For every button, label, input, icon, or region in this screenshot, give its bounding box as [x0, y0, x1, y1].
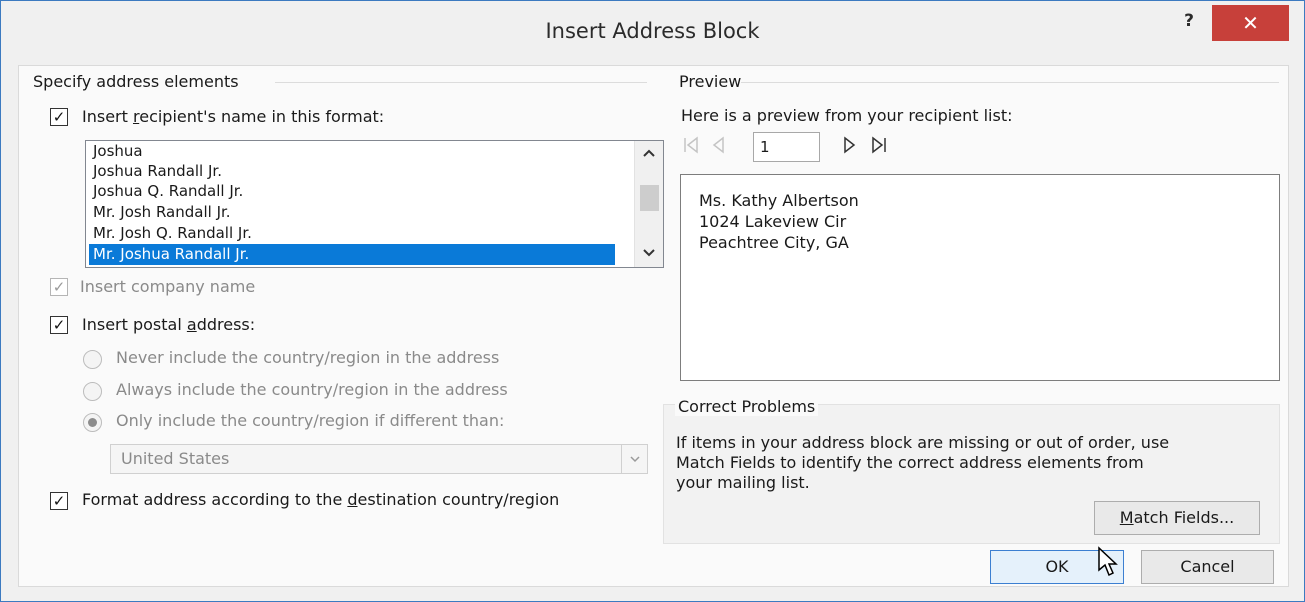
specify-group-label: Specify address elements	[33, 72, 239, 91]
cancel-button[interactable]: Cancel	[1141, 550, 1274, 584]
next-record-icon[interactable]	[843, 136, 857, 159]
name-format-listbox[interactable]: Joshua Joshua Randall Jr. Joshua Q. Rand…	[85, 140, 664, 268]
insert-company-name-checkbox: ✓	[50, 278, 68, 296]
chevron-down-icon[interactable]	[621, 445, 647, 473]
scroll-up-icon[interactable]	[635, 143, 663, 165]
correct-problems-label: Correct Problems	[675, 397, 819, 416]
name-format-item-selected[interactable]: Mr. Joshua Randall Jr.	[89, 244, 615, 265]
name-format-item[interactable]: Joshua Q. Randall Jr.	[89, 181, 615, 202]
always-include-country-radio[interactable]	[83, 382, 102, 401]
first-record-icon[interactable]	[683, 136, 699, 159]
name-format-item[interactable]: Joshua	[89, 141, 615, 162]
address-preview-box: Ms. Kathy Albertson 1024 Lakeview Cir Pe…	[680, 174, 1280, 381]
insert-recipient-name-checkbox[interactable]: ✓	[50, 108, 68, 126]
checkmark-icon: ✓	[52, 316, 66, 334]
access-key: d	[347, 490, 358, 509]
insert-address-block-dialog: Insert Address Block ? ✕ Specify address…	[0, 0, 1305, 602]
preview-intro-text: Here is a preview from your recipient li…	[681, 106, 1013, 125]
label-text: Format address according to the	[82, 490, 348, 509]
format-by-country-label[interactable]: Format address according to the destinat…	[82, 490, 559, 509]
label-text: ecipient's name in this format:	[139, 107, 385, 126]
correct-problems-text: your mailing list.	[676, 473, 810, 492]
only-if-different-country-label[interactable]: Only include the country/region if diffe…	[116, 411, 504, 430]
listbox-scrollbar[interactable]	[634, 141, 663, 267]
match-fields-button[interactable]: Match Fields...	[1094, 501, 1260, 535]
name-format-item[interactable]: Mr. Josh Randall Jr.	[89, 202, 615, 223]
help-button[interactable]: ?	[1169, 9, 1209, 37]
title-bar[interactable]: Insert Address Block ? ✕	[1, 1, 1304, 65]
label-text: Insert	[82, 107, 133, 126]
label-text: ddress:	[196, 315, 256, 334]
label-text: Insert postal	[82, 315, 187, 334]
specify-group-divider	[275, 82, 647, 83]
country-select[interactable]: United States	[110, 444, 648, 474]
button-label: atch Fields...	[1133, 508, 1235, 527]
dialog-title: Insert Address Block	[545, 19, 760, 43]
insert-postal-address-label[interactable]: Insert postal address:	[82, 315, 255, 334]
insert-recipient-name-label[interactable]: Insert recipient's name in this format:	[82, 107, 384, 126]
always-include-country-label[interactable]: Always include the country/region in the…	[116, 380, 508, 399]
format-by-country-checkbox[interactable]: ✓	[50, 492, 68, 510]
preview-address-line: Ms. Kathy Albertson	[699, 191, 859, 210]
dialog-body: Specify address elements ✓ Insert recipi…	[18, 65, 1289, 587]
close-button[interactable]: ✕	[1212, 5, 1289, 41]
record-number-input[interactable]: 1	[753, 132, 820, 162]
prev-record-icon[interactable]	[711, 136, 725, 159]
mouse-cursor-icon	[1097, 546, 1119, 582]
correct-problems-text: Match Fields to identify the correct add…	[676, 453, 1144, 472]
checkmark-icon: ✓	[52, 278, 66, 296]
checkmark-icon: ✓	[52, 108, 66, 126]
never-include-country-label[interactable]: Never include the country/region in the …	[116, 348, 499, 367]
access-key: M	[1119, 508, 1134, 527]
preview-address-line: 1024 Lakeview Cir	[699, 212, 847, 231]
insert-company-name-label: Insert company name	[80, 277, 256, 296]
scroll-down-icon[interactable]	[635, 243, 663, 265]
never-include-country-radio[interactable]	[83, 350, 102, 369]
name-format-item[interactable]: Mr. Josh Q. Randall Jr.	[89, 223, 615, 244]
preview-group-label: Preview	[679, 72, 742, 91]
last-record-icon[interactable]	[871, 136, 887, 159]
checkmark-icon: ✓	[52, 492, 66, 510]
label-text: estination country/region	[357, 490, 560, 509]
correct-problems-text: If items in your address block are missi…	[676, 433, 1170, 452]
preview-address-line: Peachtree City, GA	[699, 233, 849, 252]
access-key: a	[186, 315, 197, 334]
correct-problems-group: Correct Problems If items in your addres…	[663, 397, 1280, 544]
preview-group-divider	[741, 82, 1279, 83]
country-select-value: United States	[121, 449, 230, 468]
name-format-item[interactable]: Joshua Randall Jr.	[89, 161, 615, 182]
radio-selected-dot	[88, 418, 97, 427]
insert-postal-address-checkbox[interactable]: ✓	[50, 316, 68, 334]
only-if-different-country-radio[interactable]	[83, 413, 102, 432]
scroll-thumb[interactable]	[640, 185, 659, 211]
